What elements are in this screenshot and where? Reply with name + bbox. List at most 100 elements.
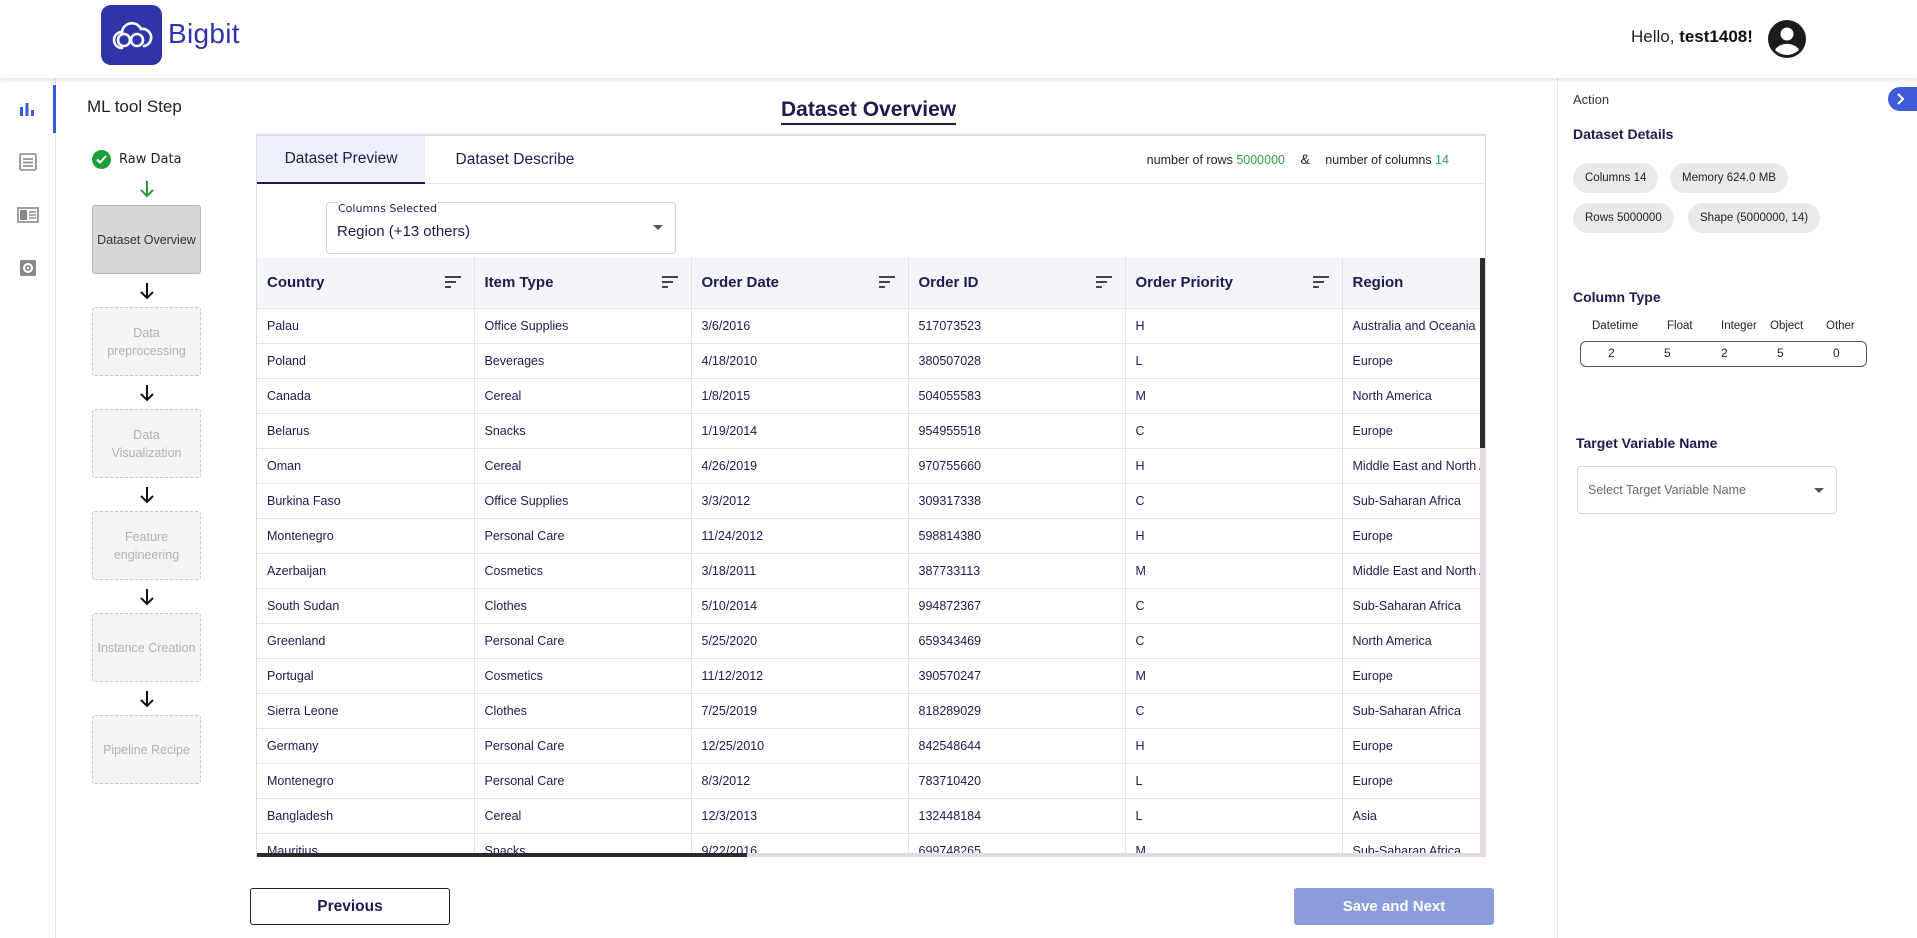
table-cell: L — [1125, 763, 1343, 799]
table-cell: 4/18/2010 — [691, 343, 909, 379]
sort-icon[interactable] — [1312, 275, 1330, 289]
table-cell: Personal Care — [474, 728, 692, 764]
table-row[interactable]: Azerbaijan Cosmetics 3/18/2011 387733113 M Mi… — [257, 553, 1483, 589]
table-cell: 783710420 — [908, 763, 1126, 799]
dashboard-nav[interactable] — [0, 85, 56, 133]
table-cell: Middle East and North Africa — [1342, 448, 1483, 484]
user-avatar-icon[interactable] — [1767, 19, 1807, 59]
table-cell: 5/25/2020 — [691, 623, 909, 659]
sort-icon[interactable] — [878, 275, 896, 289]
arrow-down-icon — [140, 487, 154, 504]
table-cell: H — [1125, 448, 1343, 484]
column-header[interactable]: Order Priority — [1125, 258, 1343, 309]
column-header-label: Order ID — [918, 274, 979, 292]
column-header[interactable]: Order Date — [691, 258, 909, 309]
table-row[interactable]: Oman Cereal 4/26/2019 970755660 H Middle East… — [257, 448, 1483, 484]
arrow-down-icon — [140, 181, 154, 198]
table-row[interactable]: Palau Office Supplies 3/6/2016 517073523 H Au… — [257, 308, 1483, 344]
table-row[interactable]: Portugal Cosmetics 11/12/2012 390570247 M Eur… — [257, 658, 1483, 694]
tabs-row: Dataset Preview Dataset Describe number … — [257, 136, 1485, 184]
tab-dataset-preview[interactable]: Dataset Preview — [257, 136, 425, 184]
table-cell: Sub-Saharan Africa — [1342, 483, 1483, 519]
ctype-datetime-label: Datetime — [1592, 320, 1639, 332]
column-header-label: Item Type — [484, 274, 554, 292]
table-cell: L — [1125, 798, 1343, 834]
step-pipeline-recipe[interactable]: Pipeline Recipe — [92, 715, 201, 784]
step-data-visualization[interactable]: Data Visualization — [92, 409, 201, 478]
table-cell: Cereal — [474, 798, 692, 834]
settings-icon — [20, 260, 36, 276]
step-data-preprocessing[interactable]: Data preprocessing — [92, 307, 201, 376]
table-cell: Sub-Saharan Africa — [1342, 693, 1483, 729]
icon-rail — [0, 78, 56, 938]
docs-nav[interactable] — [0, 191, 56, 239]
ctype-integer-count: 2 — [1721, 346, 1728, 360]
sort-icon[interactable] — [661, 275, 679, 289]
settings-nav[interactable] — [0, 244, 56, 292]
arrow-down-icon — [140, 385, 154, 402]
ctype-integer-label: Integer — [1721, 320, 1757, 332]
chip-columns: Columns 14 — [1573, 163, 1659, 193]
action-panel: Action Dataset Details Columns 14 Memory… — [1557, 78, 1917, 938]
column-header[interactable]: Region — [1342, 258, 1483, 309]
step-raw-data-label: Raw Data — [119, 152, 182, 167]
step-instance-creation[interactable]: Instance Creation — [92, 613, 201, 682]
table-cell: Portugal — [257, 658, 475, 694]
list-nav[interactable] — [0, 138, 56, 186]
table-row[interactable]: Burkina Faso Office Supplies 3/3/2012 30931… — [257, 483, 1483, 519]
save-and-next-button[interactable]: Save and Next — [1294, 888, 1494, 925]
column-header[interactable]: Country — [257, 258, 475, 309]
table-cell: Burkina Faso — [257, 483, 475, 519]
table-row[interactable]: Germany Personal Care 12/25/2010 842548644 H… — [257, 728, 1483, 764]
action-label: Action — [1573, 92, 1610, 107]
collapse-panel-button[interactable] — [1888, 87, 1917, 111]
table-cell: Greenland — [257, 623, 475, 659]
table-cell: Azerbaijan — [257, 553, 475, 589]
table-row[interactable]: Canada Cereal 1/8/2015 504055583 M North Amer… — [257, 378, 1483, 414]
column-header[interactable]: Order ID — [908, 258, 1126, 309]
tab-dataset-describe[interactable]: Dataset Describe — [425, 136, 605, 184]
columns-select-value: Region (+13 others) — [337, 223, 470, 240]
table-row[interactable]: South Sudan Clothes 5/10/2014 994872367 C Sub… — [257, 588, 1483, 624]
table-cell: 504055583 — [908, 378, 1126, 414]
table-row[interactable]: Greenland Personal Care 5/25/2020 659343469… — [257, 623, 1483, 659]
table-cell: Beverages — [474, 343, 692, 379]
column-header-label: Region — [1352, 274, 1404, 292]
columns-select[interactable]: Columns Selected Region (+13 others) — [326, 202, 676, 254]
table-cell: 954955518 — [908, 413, 1126, 449]
table-cell: Cereal — [474, 448, 692, 484]
table-cell: Asia — [1342, 798, 1483, 834]
data-table-container[interactable]: Country Item Type Order Date Order ID Order … — [257, 258, 1483, 857]
table-cell: Office Supplies — [474, 308, 692, 344]
sort-icon[interactable] — [444, 275, 462, 289]
column-header[interactable]: Item Type — [474, 258, 692, 309]
table-cell: Europe — [1342, 658, 1483, 694]
target-variable-select[interactable]: Select Target Variable Name — [1577, 466, 1837, 514]
table-cell: C — [1125, 588, 1343, 624]
brand-logo[interactable] — [101, 5, 162, 65]
table-row[interactable]: Poland Beverages 4/18/2010 380507028 L Europe — [257, 343, 1483, 379]
table-row[interactable]: Bangladesh Cereal 12/3/2013 132448184 L Asia — [257, 798, 1483, 834]
previous-button[interactable]: Previous — [250, 888, 450, 925]
table-cell: Montenegro — [257, 518, 475, 554]
step-dataset-overview[interactable]: Dataset Overview — [92, 205, 201, 274]
table-cell: 970755660 — [908, 448, 1126, 484]
sort-icon[interactable] — [1095, 275, 1113, 289]
chevron-right-icon — [1897, 93, 1905, 105]
table-cell: C — [1125, 483, 1343, 519]
greeting: Hello, test1408! — [1631, 27, 1753, 46]
step-feature-engineering[interactable]: Feature engineering — [92, 511, 201, 580]
table-row[interactable]: Montenegro Personal Care 11/24/2012 5988143… — [257, 518, 1483, 554]
table-cell: 11/12/2012 — [691, 658, 909, 694]
table-row[interactable]: Montenegro Personal Care 8/3/2012 783710420… — [257, 763, 1483, 799]
table-cell: Snacks — [474, 413, 692, 449]
table-cell: Canada — [257, 378, 475, 414]
table-cell: Bangladesh — [257, 798, 475, 834]
horizontal-scrollbar-thumb[interactable] — [257, 853, 747, 857]
table-row[interactable]: Sierra Leone Clothes 7/25/2019 818289029 C Su… — [257, 693, 1483, 729]
vertical-scrollbar-thumb[interactable] — [1480, 258, 1485, 448]
brand-name: Bigbit — [168, 18, 240, 49]
step-raw-data[interactable]: Raw Data — [92, 150, 182, 169]
column-header-label: Order Date — [701, 274, 780, 292]
table-row[interactable]: Belarus Snacks 1/19/2014 954955518 C Europe — [257, 413, 1483, 449]
